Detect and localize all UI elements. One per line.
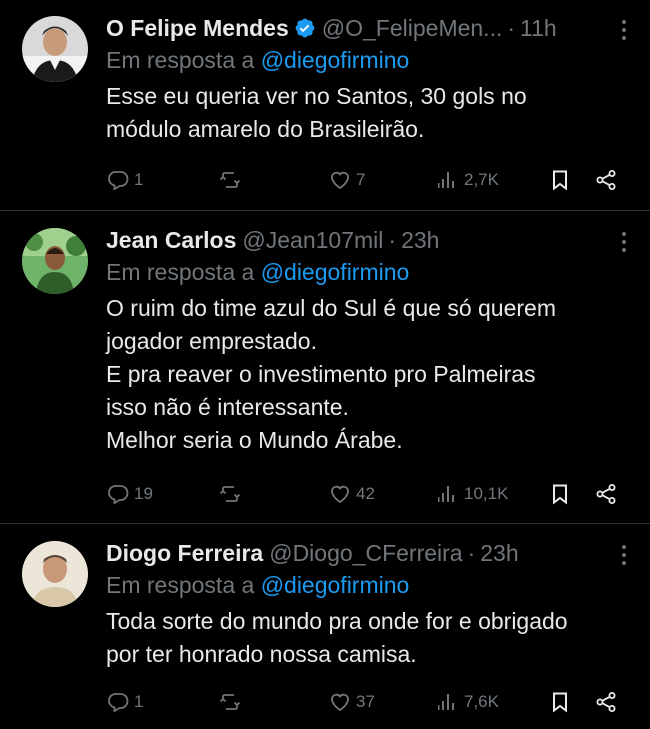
bookmark-button[interactable] [548, 482, 572, 506]
reply-count: 19 [134, 484, 153, 503]
views-count: 10,1K [464, 484, 509, 503]
separator: · [507, 14, 516, 41]
share-icon [596, 692, 616, 712]
avatar[interactable] [22, 228, 88, 294]
tweet[interactable]: O Felipe Mendes @O_FelipeMen... · 11h Em… [0, 0, 650, 210]
tweet-text-line: O ruim do time azul do Sul é que só quer… [106, 295, 557, 321]
retweet-button[interactable] [218, 168, 242, 192]
timestamp[interactable]: 23h [480, 540, 518, 567]
reply-mention-link[interactable]: @diegofirmino [261, 47, 410, 73]
more-options-icon[interactable] [614, 543, 634, 567]
reply-context: Em resposta a @diegofirmino [106, 569, 620, 601]
views-button[interactable]: 10,1K [436, 482, 508, 506]
views-count: 2,7K [464, 170, 499, 189]
tweet-text-line: Melhor seria o Mundo Árabe. [106, 427, 403, 453]
share-button[interactable] [594, 482, 618, 506]
bookmark-button[interactable] [548, 168, 572, 192]
reply-icon [108, 485, 129, 505]
heart-icon [331, 485, 349, 504]
tweet-text-line: jogador emprestado. [106, 328, 317, 354]
tweet-text-line: módulo amarelo do Brasileirão. [106, 116, 425, 142]
tweet-text-line: por ter honrado nossa camisa. [106, 641, 417, 667]
reply-icon [108, 171, 129, 191]
reply-mention-link[interactable]: @diegofirmino [261, 572, 410, 598]
author-handle[interactable]: @Jean107mil [242, 227, 383, 254]
heart-icon [331, 693, 349, 712]
share-button[interactable] [594, 168, 618, 192]
views-icon [438, 694, 454, 710]
reply-context: Em resposta a @diegofirmino [106, 44, 620, 76]
like-count: 42 [356, 484, 375, 503]
reply-icon [108, 693, 129, 713]
bookmark-button[interactable] [548, 690, 572, 714]
author-name[interactable]: O Felipe Mendes [106, 15, 289, 42]
share-icon [596, 484, 616, 504]
reply-count: 1 [134, 170, 144, 189]
tweet-text: Esse eu queria ver no Santos, 30 gols no… [106, 80, 620, 146]
separator: · [467, 539, 476, 566]
tweet-text-line: isso não é interessante. [106, 394, 349, 420]
like-count: 7 [356, 170, 366, 189]
bookmark-icon [553, 170, 567, 191]
reply-context: Em resposta a @diegofirmino [106, 256, 620, 288]
tweet[interactable]: Jean Carlos @Jean107mil · 23h Em respost… [0, 210, 650, 523]
reply-prefix: Em resposta a [106, 259, 255, 285]
tweet-text: O ruim do time azul do Sul é que só quer… [106, 292, 620, 457]
separator: · [388, 226, 397, 253]
tweet-actions: 1 7 2,7K [106, 166, 618, 194]
retweet-icon [219, 694, 241, 710]
tweet-actions: 19 42 10,1K [106, 480, 618, 508]
bookmark-icon [553, 692, 567, 713]
tweet-text-line: E pra reaver o investimento pro Palmeira… [106, 361, 536, 387]
like-button[interactable]: 42 [328, 482, 375, 506]
reply-count: 1 [134, 692, 144, 711]
more-options-icon[interactable] [614, 18, 634, 42]
tweet-text: Toda sorte do mundo pra onde for e obrig… [106, 605, 620, 671]
retweet-button[interactable] [218, 690, 242, 714]
author-name[interactable]: Jean Carlos [106, 227, 236, 254]
reply-feed: O Felipe Mendes @O_FelipeMen... · 11h Em… [0, 0, 650, 729]
verified-badge-icon [294, 17, 316, 39]
timestamp[interactable]: 23h [401, 227, 439, 254]
reply-prefix: Em resposta a [106, 47, 255, 73]
author-handle[interactable]: @O_FelipeMen... [322, 15, 503, 42]
tweet-text-line: Esse eu queria ver no Santos, 30 gols no [106, 83, 527, 109]
views-count: 7,6K [464, 692, 499, 711]
retweet-icon [219, 486, 241, 502]
reply-button[interactable]: 1 [106, 690, 143, 714]
reply-button[interactable]: 19 [106, 482, 153, 506]
retweet-button[interactable] [218, 482, 242, 506]
like-button[interactable]: 37 [328, 690, 375, 714]
avatar[interactable] [22, 541, 88, 607]
reply-prefix: Em resposta a [106, 572, 255, 598]
views-button[interactable]: 7,6K [436, 690, 499, 714]
tweet[interactable]: Diogo Ferreira @Diogo_CFerreira · 23h Em… [0, 523, 650, 729]
share-button[interactable] [594, 690, 618, 714]
like-button[interactable]: 7 [328, 168, 365, 192]
tweet-actions: 1 37 7,6K [106, 688, 618, 716]
like-count: 37 [356, 692, 375, 711]
reply-mention-link[interactable]: @diegofirmino [261, 259, 410, 285]
bookmark-icon [553, 484, 567, 505]
author-name[interactable]: Diogo Ferreira [106, 540, 263, 567]
views-icon [438, 486, 454, 502]
retweet-icon [219, 172, 241, 188]
reply-button[interactable]: 1 [106, 168, 143, 192]
views-icon [438, 172, 454, 188]
avatar[interactable] [22, 16, 88, 82]
heart-icon [331, 171, 349, 190]
more-options-icon[interactable] [614, 230, 634, 254]
views-button[interactable]: 2,7K [436, 168, 499, 192]
tweet-text-line: Toda sorte do mundo pra onde for e obrig… [106, 608, 568, 634]
author-handle[interactable]: @Diogo_CFerreira [269, 540, 462, 567]
share-icon [596, 170, 616, 190]
timestamp[interactable]: 11h [520, 15, 557, 42]
